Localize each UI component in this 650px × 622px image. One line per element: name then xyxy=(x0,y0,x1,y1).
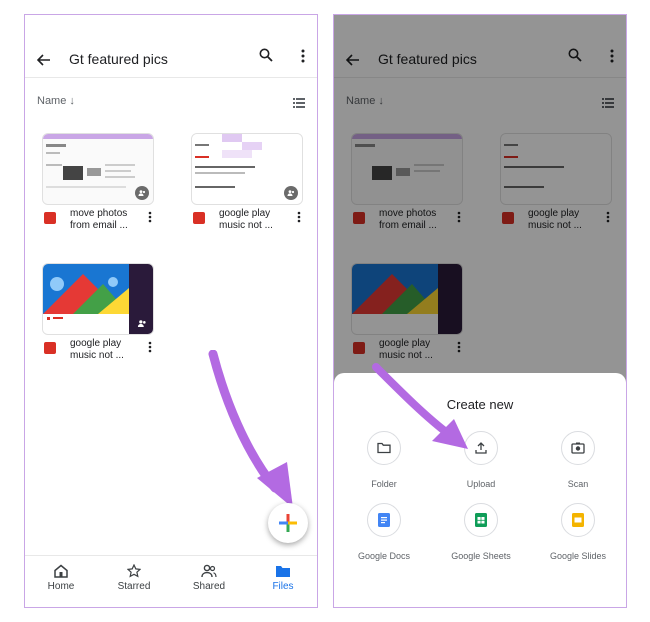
folder-title: Gt featured pics xyxy=(69,51,168,67)
shared-icon xyxy=(201,564,217,578)
nav-label: Starred xyxy=(117,581,151,592)
star-icon xyxy=(127,564,141,578)
option-label: Google Slides xyxy=(549,551,607,561)
image-file-icon xyxy=(44,212,56,224)
home-icon xyxy=(54,564,68,578)
search-icon[interactable] xyxy=(259,48,273,67)
file-info: move photos from email ... xyxy=(44,208,174,238)
file-info: google play music not ... xyxy=(44,338,174,368)
file-name: move photos from email ... xyxy=(70,208,128,231)
nav-label: Home xyxy=(47,581,75,592)
sort-by-name-button[interactable]: Name ↓ xyxy=(37,95,75,107)
file-more-icon[interactable] xyxy=(297,210,301,228)
file-thumbnail[interactable] xyxy=(42,133,154,205)
arrow-down-icon: ↓ xyxy=(69,95,75,107)
file-thumbnail[interactable] xyxy=(42,263,154,335)
scan-option[interactable]: Scan xyxy=(533,431,623,489)
new-button[interactable] xyxy=(268,503,308,543)
option-label: Scan xyxy=(567,479,589,489)
google-docs-option[interactable]: Google Docs xyxy=(339,503,429,561)
nav-home[interactable]: Home xyxy=(31,564,91,592)
list-view-icon[interactable] xyxy=(293,95,305,113)
slides-icon xyxy=(561,503,595,537)
nav-shared[interactable]: Shared xyxy=(179,564,239,592)
option-label: Google Sheets xyxy=(451,551,511,561)
annotation-arrow xyxy=(372,363,468,449)
file-more-icon[interactable] xyxy=(148,340,152,358)
option-label: Folder xyxy=(371,479,397,489)
file-name: google play music not ... xyxy=(219,208,273,231)
nav-label: Files xyxy=(272,581,294,592)
sort-label: Name xyxy=(37,95,67,107)
drive-folder-screen: Gt featured pics Name ↓ move photos from… xyxy=(24,14,318,608)
option-label: Upload xyxy=(466,479,496,489)
nav-files[interactable]: Files xyxy=(253,564,313,592)
image-file-icon xyxy=(193,212,205,224)
folder-icon xyxy=(276,566,290,577)
nav-starred[interactable]: Starred xyxy=(104,564,164,592)
shared-people-icon xyxy=(284,186,298,200)
sort-bar: Name ↓ xyxy=(25,93,317,113)
annotation-arrow xyxy=(208,350,293,508)
shared-people-icon xyxy=(135,316,149,330)
app-bar: Gt featured pics xyxy=(25,15,317,78)
back-arrow-icon[interactable] xyxy=(36,51,51,71)
docs-icon xyxy=(367,503,401,537)
sheets-icon xyxy=(464,503,498,537)
plus-icon xyxy=(279,514,297,532)
image-file-icon xyxy=(44,342,56,354)
nav-label: Shared xyxy=(192,581,226,592)
bottom-navigation: Home Starred Shared Files xyxy=(25,555,317,607)
shared-people-icon xyxy=(135,186,149,200)
camera-icon xyxy=(561,431,595,465)
file-thumbnail[interactable] xyxy=(191,133,303,205)
file-name: google play music not ... xyxy=(70,338,124,361)
file-more-icon[interactable] xyxy=(148,210,152,228)
file-info: google play music not ... xyxy=(193,208,317,238)
option-label: Google Docs xyxy=(357,551,411,561)
google-sheets-option[interactable]: Google Sheets xyxy=(436,503,526,561)
more-options-icon[interactable] xyxy=(301,49,305,68)
google-slides-option[interactable]: Google Slides xyxy=(533,503,623,561)
create-new-screen: Gt featured pics Name ↓ move photos from… xyxy=(333,14,627,608)
